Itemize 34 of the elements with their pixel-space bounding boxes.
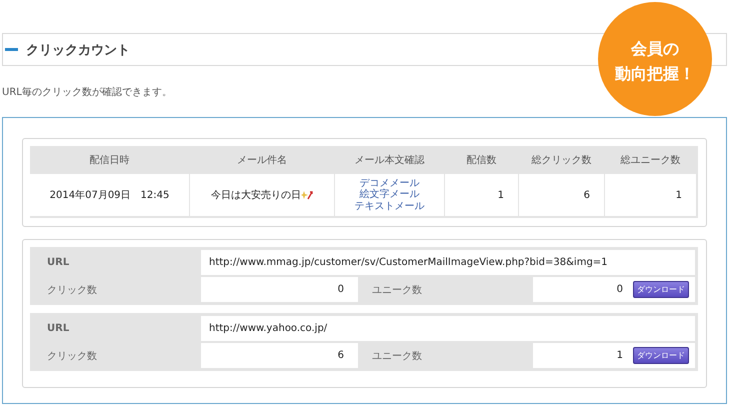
column-header: 総ユニーク数 (620, 154, 682, 168)
field-label: クリック数 (46, 284, 98, 298)
subject-text: 今日は大安売りの日 (211, 188, 301, 202)
column-header: メール件名 (236, 154, 288, 168)
click-count: 0 (201, 277, 358, 302)
field-label: クリック数 (46, 350, 98, 364)
table-cell: 2014年07月09日 12:45 (30, 174, 189, 216)
mail-body-link[interactable]: デコメメール (360, 178, 420, 190)
column-header: メール本文確認 (354, 154, 426, 168)
column-header: 総クリック数 (530, 154, 592, 168)
header-bar-icon (5, 48, 18, 51)
field-label: ユニーク数 (371, 350, 423, 364)
unique-count: 1 (616, 350, 623, 361)
description: URL毎のクリック数が確認できます。 (2, 86, 173, 99)
mail-body-link[interactable]: 絵文字メール (360, 189, 420, 201)
column-header: 配信日時 (88, 154, 130, 168)
table-cell: 6 (519, 174, 604, 216)
unique-count: 0 (616, 284, 623, 295)
sparkle-icon (301, 190, 313, 200)
badge-text: 会員の (631, 39, 679, 60)
url-value: http://www.mmag.jp/customer/sv/CustomerMailImageView.php?bid=38&img=1 (201, 250, 695, 275)
section-title: クリックカウント (26, 42, 130, 58)
click-count: 6 (201, 343, 358, 368)
download-button[interactable]: ダウンロード (633, 281, 689, 298)
field-label: URL (46, 322, 70, 336)
mail-body-link[interactable]: テキストメール (354, 200, 424, 212)
field-label: ユニーク数 (371, 284, 423, 298)
url-value: http://www.yahoo.co.jp/ (201, 316, 695, 341)
table-cell: 1 (445, 174, 518, 216)
table-cell: 1 (605, 174, 696, 216)
badge-text: 動向把握！ (615, 64, 695, 85)
column-header: 配信数 (466, 154, 498, 168)
download-button[interactable]: ダウンロード (633, 347, 689, 364)
field-label: URL (46, 256, 70, 270)
